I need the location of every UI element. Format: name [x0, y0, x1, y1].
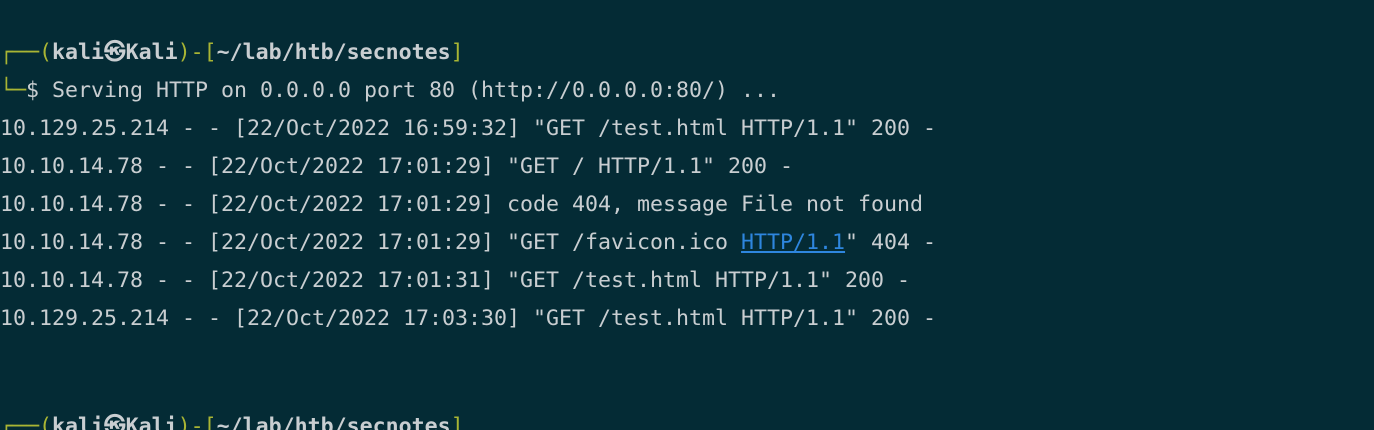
- prompt-user-host: kali㉿Kali: [52, 414, 178, 430]
- log-text-before-link: 10.10.14.78 - - [22/Oct/2022 17:01:29] "…: [0, 230, 742, 255]
- prompt-bracket-end: ]: [450, 40, 464, 65]
- prompt-bottom-corner: └─: [0, 78, 27, 103]
- prompt-header-line-2: ┌──(kali㉿Kali)-[~/lab/htb/secnotes]: [0, 408, 464, 430]
- log-line: 10.129.25.214 - - [22/Oct/2022 16:59:32]…: [0, 116, 937, 141]
- server-status-output: Serving HTTP on 0.0.0.0 port 80 (http://…: [52, 78, 781, 103]
- prompt-bracket-end: ]: [450, 414, 464, 430]
- prompt-separator: )-[: [177, 40, 217, 65]
- http-link[interactable]: HTTP/1.1: [741, 230, 845, 255]
- log-text-after-link: " 404 -: [845, 230, 937, 255]
- prompt-header-line: ┌──(kali㉿Kali)-[~/lab/htb/secnotes]: [0, 34, 464, 72]
- prompt-top-corner: ┌──(: [0, 40, 53, 65]
- log-line: 10.10.14.78 - - [22/Oct/2022 17:01:31] "…: [0, 268, 911, 293]
- command-line: └─$ Serving HTTP on 0.0.0.0 port 80 (htt…: [0, 72, 780, 110]
- prompt-directory: ~/lab/htb/secnotes: [216, 40, 451, 65]
- log-line: 10.10.14.78 - - [22/Oct/2022 17:01:29] "…: [0, 154, 794, 179]
- log-line: 10.10.14.78 - - [22/Oct/2022 17:01:29] c…: [0, 192, 924, 217]
- log-line: 10.129.25.214 - - [22/Oct/2022 17:03:30]…: [0, 306, 937, 331]
- terminal-window[interactable]: ┌──(kali㉿Kali)-[~/lab/htb/secnotes] └─$ …: [0, 0, 1374, 430]
- prompt-directory: ~/lab/htb/secnotes: [216, 414, 451, 430]
- prompt-user-host: kali㉿Kali: [52, 40, 178, 65]
- prompt-top-corner: ┌──(: [0, 414, 53, 430]
- prompt-separator: )-[: [177, 414, 217, 430]
- prompt-dollar: $: [26, 78, 53, 103]
- log-line-favicon: 10.10.14.78 - - [22/Oct/2022 17:01:29] "…: [0, 224, 936, 262]
